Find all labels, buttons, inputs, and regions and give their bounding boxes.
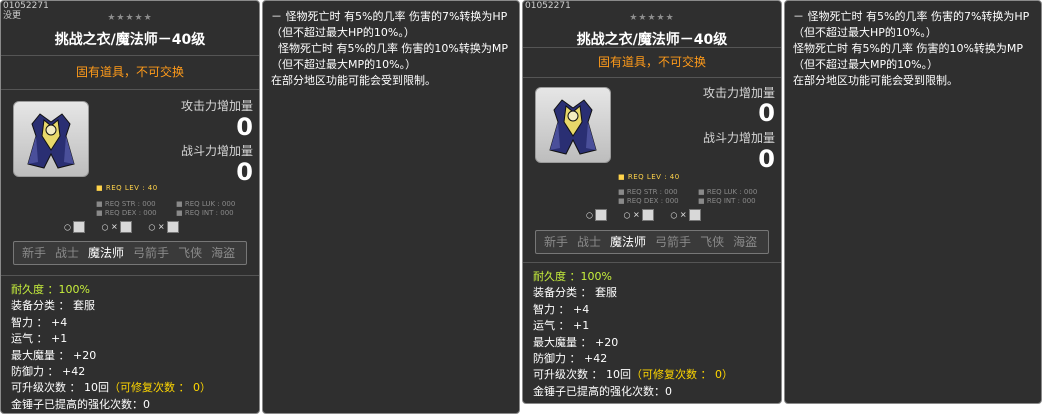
job-thief: 飞侠 bbox=[178, 246, 203, 260]
upgrade-slots: 可升级次数 ： 10回（可修复次数 ： 0） bbox=[11, 381, 211, 395]
potential-description: － 怪物死亡时 有5%的几率 伤害的7%转换为HP （但不超过最大HP的10%。… bbox=[793, 10, 1030, 87]
req-level: ■ REQ LEV : 40 bbox=[618, 173, 680, 181]
stat-luk: 运气 ： +1 bbox=[11, 332, 68, 346]
equip-flag-icons: ○ ○ ✕ ○ ✕ bbox=[64, 221, 193, 233]
item-icon bbox=[535, 87, 611, 163]
req-dex: ■ REQ DEX : 000 bbox=[618, 197, 679, 205]
potential-description: － 怪物死亡时 有5%的几率 伤害的7%转换为HP （但不超过最大HP的10%。… bbox=[271, 10, 509, 87]
divider bbox=[1, 275, 259, 276]
item-stats: 耐久度 ：100% 装备分类 ： 套服 智力 ： +4 运气 ： +1 最大魔量… bbox=[533, 269, 733, 400]
item-title: 挑战之衣/魔法师－40级 bbox=[576, 32, 728, 48]
divider bbox=[1, 55, 259, 56]
robe-icon bbox=[549, 99, 597, 155]
job-beginner: 新手 bbox=[22, 246, 47, 260]
req-int: ■ REQ INT : 000 bbox=[176, 209, 234, 217]
stat-max-mp: 最大魔量 ： +20 bbox=[533, 335, 619, 349]
hammer-count: 金锤子已提高的强化次数：0 bbox=[11, 397, 150, 411]
untradable-notice: 固有道具，不可交换 bbox=[597, 55, 706, 69]
item-id: 01052271 bbox=[3, 1, 49, 11]
stat-luk: 运气 ： +1 bbox=[533, 319, 590, 333]
job-bowman: 弓箭手 bbox=[133, 246, 170, 260]
equip-flag-2: ○ ✕ bbox=[102, 221, 132, 233]
stat-int: 智力 ： +4 bbox=[533, 302, 590, 316]
req-str: ■ REQ STR : 000 bbox=[618, 188, 678, 196]
req-dex: ■ REQ DEX : 000 bbox=[96, 209, 157, 217]
equip-category: 装备分类 ： 套服 bbox=[11, 299, 95, 313]
req-stats: ■ REQ STR : 000 ■ REQ LUK : 000 ■ REQ DEX… bbox=[96, 200, 256, 218]
repairable-count: （可修复次数 ： 0） bbox=[109, 381, 211, 395]
job-pirate: 海盗 bbox=[211, 246, 236, 260]
equip-flag-1: ○ bbox=[586, 209, 607, 221]
stat-max-mp: 最大魔量 ： +20 bbox=[11, 348, 97, 362]
attack-increase-value: 0 bbox=[236, 113, 253, 141]
untradable-notice: 固有道具，不可交换 bbox=[75, 65, 184, 79]
req-str: ■ REQ STR : 000 bbox=[96, 200, 156, 208]
star-rating: ★★★★★ bbox=[107, 13, 153, 23]
job-requirements: 新手 战士 魔法师 弓箭手 飞侠 海盗 bbox=[13, 241, 247, 265]
equip-flag-icons: ○ ○ ✕ ○ ✕ bbox=[586, 209, 715, 221]
divider bbox=[1, 89, 259, 90]
shield-icon bbox=[641, 209, 654, 221]
job-warrior: 战士 bbox=[55, 246, 80, 260]
battle-increase-label: 战斗力增加量 bbox=[180, 144, 253, 158]
item-tooltip-left: 01052271 没更 ★★★★★ 挑战之衣/魔法师－40级 固有道具，不可交换… bbox=[0, 0, 260, 414]
job-thief: 飞侠 bbox=[700, 235, 725, 249]
hammer-count: 金锤子已提高的强化次数：0 bbox=[533, 384, 672, 398]
armor-icon bbox=[688, 209, 701, 221]
item-description-right: － 怪物死亡时 有5%的几率 伤害的7%转换为HP （但不超过最大HP的10%。… bbox=[784, 0, 1042, 404]
equip-flag-3: ○ ✕ bbox=[148, 221, 179, 233]
equip-category: 装备分类 ： 套服 bbox=[533, 286, 617, 300]
item-description-left: － 怪物死亡时 有5%的几率 伤害的7%转换为HP （但不超过最大HP的10%。… bbox=[262, 0, 520, 414]
star-rating: ★★★★★ bbox=[629, 13, 675, 23]
job-bowman: 弓箭手 bbox=[655, 235, 692, 249]
battle-increase-value: 0 bbox=[236, 158, 253, 186]
upgrade-slots: 可升级次数 ： 10回（可修复次数 ： 0） bbox=[533, 368, 733, 382]
attack-increase-label: 攻击力增加量 bbox=[180, 99, 253, 113]
durability: 耐久度 ：100% bbox=[11, 283, 90, 296]
job-magician: 魔法师 bbox=[610, 235, 647, 249]
item-icon bbox=[13, 101, 89, 177]
battle-increase-value: 0 bbox=[758, 145, 775, 173]
req-level: ■ REQ LEV : 40 bbox=[96, 184, 158, 192]
item-tooltip-right: 01052271 ★★★★★ 挑战之衣/魔法师－40级 固有道具，不可交换 攻击… bbox=[522, 0, 782, 404]
item-title: 挑战之衣/魔法师－40级 bbox=[54, 32, 206, 48]
equip-flag-3: ○ ✕ bbox=[670, 209, 701, 221]
stat-int: 智力 ： +4 bbox=[11, 315, 68, 329]
item-stats: 耐久度 ：100% 装备分类 ： 套服 智力 ： +4 运气 ： +1 最大魔量… bbox=[11, 282, 211, 413]
battle-increase-label: 战斗力增加量 bbox=[702, 131, 775, 145]
job-pirate: 海盗 bbox=[733, 235, 758, 249]
robe-icon bbox=[27, 113, 75, 169]
divider bbox=[523, 262, 781, 263]
job-warrior: 战士 bbox=[577, 235, 602, 249]
req-luk: ■ REQ LUK : 000 bbox=[176, 200, 236, 208]
req-int: ■ REQ INT : 000 bbox=[698, 197, 756, 205]
job-requirements: 新手 战士 魔法师 弓箭手 飞侠 海盗 bbox=[535, 230, 769, 254]
durability: 耐久度 ：100% bbox=[533, 270, 612, 283]
armor-icon bbox=[166, 221, 179, 233]
divider bbox=[523, 47, 781, 48]
repairable-count: （可修复次数 ： 0） bbox=[631, 368, 733, 382]
stat-defense: 防御力 ： +42 bbox=[533, 352, 608, 366]
divider bbox=[523, 77, 781, 78]
pet-icon bbox=[594, 209, 607, 221]
attack-increase-value: 0 bbox=[758, 99, 775, 127]
pet-icon bbox=[72, 221, 85, 233]
equip-flag-2: ○ ✕ bbox=[624, 209, 654, 221]
req-stats: ■ REQ STR : 000 ■ REQ LUK : 000 ■ REQ DEX… bbox=[618, 188, 778, 206]
equip-flag-1: ○ bbox=[64, 221, 85, 233]
stat-defense: 防御力 ： +42 bbox=[11, 365, 86, 379]
item-id: 01052271 bbox=[525, 1, 571, 11]
shield-icon bbox=[119, 221, 132, 233]
job-magician: 魔法师 bbox=[88, 246, 125, 260]
job-beginner: 新手 bbox=[544, 235, 569, 249]
req-luk: ■ REQ LUK : 000 bbox=[698, 188, 758, 196]
